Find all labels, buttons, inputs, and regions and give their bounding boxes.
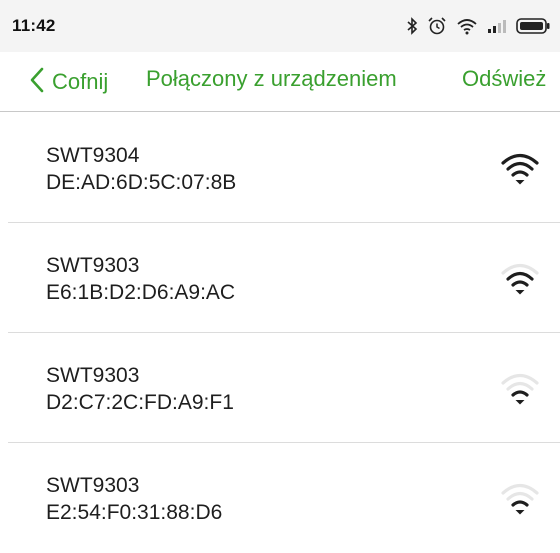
wifi-signal-icon: [500, 149, 540, 194]
wifi-arc: [506, 381, 534, 391]
back-button[interactable]: Cofnij: [28, 62, 108, 102]
wifi-arc: [511, 280, 529, 287]
wifi-dot: [515, 400, 525, 405]
device-row[interactable]: SWT9303 E2:54:F0:31:88:D6: [8, 443, 560, 553]
signal-icon: [487, 19, 507, 33]
wifi-status-icon: [456, 17, 478, 35]
chevron-left-icon: [28, 66, 46, 99]
page-title: Połączony z urządzeniem: [146, 66, 397, 91]
wifi-arc: [506, 271, 534, 281]
device-row[interactable]: SWT9303 D2:C7:2C:FD:A9:F1: [8, 333, 560, 443]
refresh-button[interactable]: Odśwież: [462, 66, 546, 92]
device-mac: DE:AD:6D:5C:07:8B: [46, 171, 237, 194]
wifi-signal-icon: [500, 259, 540, 304]
wifi-signal-icon: [500, 369, 540, 414]
device-name: SWT9303: [46, 254, 140, 277]
device-list: SWT9304 DE:AD:6D:5C:07:8B SWT9303 E6:1B:…: [0, 113, 560, 553]
wifi-dot: [515, 290, 525, 295]
device-mac: E6:1B:D2:D6:A9:AC: [46, 281, 236, 304]
app-bar: Cofnij Połączony z urządzeniem Odśwież: [0, 52, 560, 112]
wifi-arc: [511, 170, 529, 177]
device-mac: E2:54:F0:31:88:D6: [46, 501, 223, 524]
wifi-dot: [515, 510, 525, 515]
wifi-arc: [506, 491, 534, 501]
device-mac: D2:C7:2C:FD:A9:F1: [46, 391, 234, 414]
wifi-signal-icon: [500, 479, 540, 524]
bluetooth-icon: [406, 17, 418, 35]
device-row[interactable]: SWT9304 DE:AD:6D:5C:07:8B: [8, 113, 560, 223]
status-icons: [406, 16, 550, 36]
device-row[interactable]: SWT9303 E6:1B:D2:D6:A9:AC: [8, 223, 560, 333]
status-time: 11:42: [12, 16, 56, 35]
back-button-label: Cofnij: [52, 69, 109, 94]
device-name: SWT9303: [46, 474, 140, 497]
wifi-arc: [506, 161, 534, 171]
status-bar: 11:42: [0, 0, 560, 52]
device-name: SWT9304: [46, 144, 140, 167]
alarm-icon: [427, 16, 447, 36]
wifi-dot: [515, 180, 525, 185]
battery-icon: [516, 18, 550, 34]
wifi-arc: [511, 500, 529, 507]
wifi-arc: [511, 390, 529, 397]
device-name: SWT9303: [46, 364, 140, 387]
